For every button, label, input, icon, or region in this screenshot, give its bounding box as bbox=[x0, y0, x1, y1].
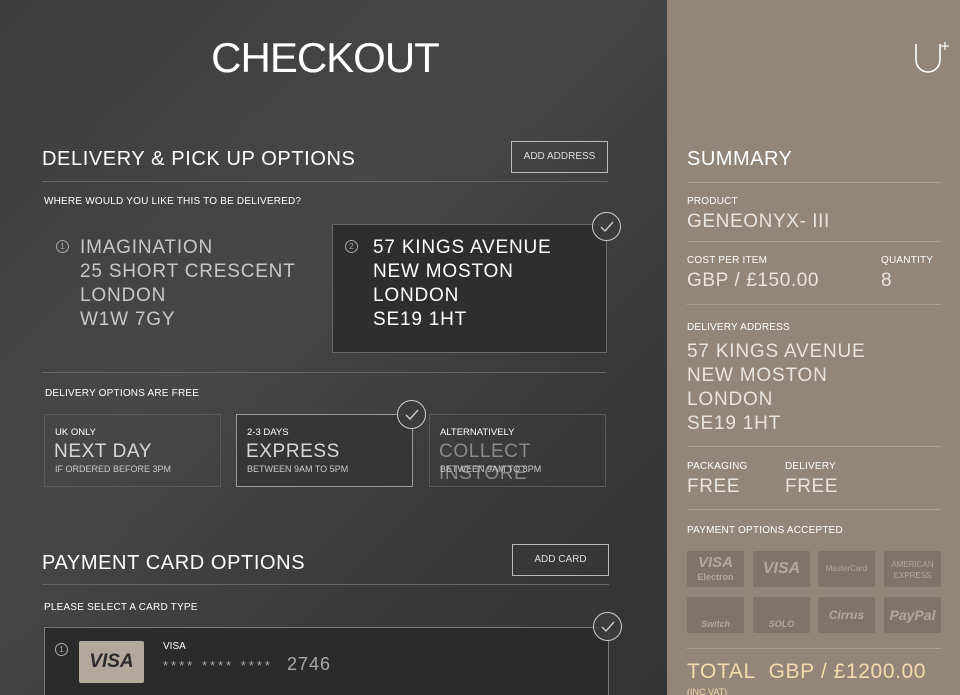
visa-electron-icon: VISA Electron bbox=[687, 551, 744, 587]
address-line: 57 KINGS AVENUE bbox=[687, 341, 866, 362]
delivery-section-title: DELIVERY & PICK UP OPTIONS bbox=[42, 148, 356, 170]
address-line: 25 SHORT CRESCENT bbox=[80, 261, 296, 282]
add-address-button[interactable]: ADD ADDRESS bbox=[511, 141, 608, 173]
card-last4: 2746 bbox=[286, 654, 331, 674]
card-number: **** **** **** 2746 bbox=[163, 654, 331, 675]
address-line: SE19 1HT bbox=[373, 309, 468, 330]
address-line: SE19 1HT bbox=[687, 413, 782, 434]
option-detail: BETWEEN 9AM TO 8PM bbox=[440, 464, 542, 474]
address-line: NEW MOSTON bbox=[687, 365, 828, 386]
option-title: NEXT DAY bbox=[54, 441, 153, 462]
address-number-2: 2 bbox=[345, 240, 358, 253]
address-number-1: 1 bbox=[56, 240, 69, 253]
packaging-label: PACKAGING bbox=[687, 461, 748, 472]
delivery-address-label: DELIVERY ADDRESS bbox=[687, 322, 790, 333]
selected-check-icon bbox=[593, 612, 622, 641]
product-label: PRODUCT bbox=[687, 196, 738, 207]
card-masked-digits: **** **** **** bbox=[163, 658, 273, 673]
packaging-value: FREE bbox=[687, 476, 741, 497]
address-line: LONDON bbox=[80, 285, 167, 306]
paypal-icon: PayPal bbox=[884, 597, 941, 633]
selected-check-icon bbox=[592, 212, 621, 241]
visa-icon: VISA bbox=[753, 551, 810, 587]
divider bbox=[42, 372, 606, 373]
delivery-address: 57 KINGS AVENUE NEW MOSTON LONDON SE19 1… bbox=[687, 340, 866, 436]
option-detail: IF ORDERED BEFORE 3PM bbox=[55, 464, 172, 474]
option-top-label: ALTERNATIVELY bbox=[440, 427, 515, 438]
divider bbox=[42, 181, 608, 182]
order-total: TOTAL GBP / £1200.00 bbox=[687, 660, 926, 684]
card-logo-subtext: Electron bbox=[697, 572, 734, 582]
summary-title: SUMMARY bbox=[687, 148, 793, 170]
delivery-value: FREE bbox=[785, 476, 839, 497]
switch-icon: Switch bbox=[687, 597, 744, 633]
product-name: GENEONYX- III bbox=[687, 211, 830, 232]
quantity-label: QUANTITY bbox=[881, 255, 934, 266]
address-line: LONDON bbox=[373, 285, 460, 306]
total-value: GBP / £1200.00 bbox=[768, 660, 927, 683]
payment-section-title: PAYMENT CARD OPTIONS bbox=[42, 552, 306, 574]
option-top-label: UK ONLY bbox=[55, 427, 97, 438]
quantity-value: 8 bbox=[881, 270, 893, 291]
option-detail: BETWEEN 9AM TO 5PM bbox=[247, 464, 349, 474]
visa-logo-icon: VISA bbox=[79, 641, 144, 683]
solo-icon: SOLO bbox=[753, 597, 810, 633]
cost-value: GBP / £150.00 bbox=[687, 270, 820, 291]
divider bbox=[687, 304, 941, 305]
divider bbox=[42, 584, 609, 585]
delivery-question: WHERE WOULD YOU LIKE THIS TO BE DELIVERE… bbox=[44, 196, 302, 207]
delivery-option-next-day[interactable]: UK ONLY NEXT DAY IF ORDERED BEFORE 3PM bbox=[44, 414, 221, 487]
option-title: EXPRESS bbox=[246, 441, 340, 462]
payment-options-label: PAYMENT OPTIONS ACCEPTED bbox=[687, 525, 843, 536]
address-line: 57 KINGS AVENUE bbox=[373, 237, 552, 258]
add-card-button[interactable]: ADD CARD bbox=[512, 544, 609, 576]
cost-label: COST PER ITEM bbox=[687, 255, 768, 266]
divider bbox=[687, 509, 941, 510]
divider bbox=[687, 182, 941, 183]
divider bbox=[687, 648, 941, 649]
card-logo-text: AMERICAN bbox=[891, 560, 934, 569]
total-label: TOTAL bbox=[687, 660, 756, 683]
divider bbox=[687, 446, 941, 447]
address-line: IMAGINATION bbox=[80, 237, 214, 258]
card-number-badge: 1 bbox=[55, 643, 68, 656]
total-vat-note: (INC VAT) bbox=[687, 687, 728, 695]
divider bbox=[687, 241, 941, 242]
card-logo-subtext: EXPRESS bbox=[893, 571, 932, 580]
delivery-label: DELIVERY bbox=[785, 461, 836, 472]
mastercard-icon: MasterCard bbox=[818, 551, 875, 587]
selected-check-icon bbox=[397, 400, 426, 429]
address-line: W1W 7GY bbox=[80, 309, 176, 330]
delivery-option-express[interactable]: 2-3 DAYS EXPRESS BETWEEN 9AM TO 5PM bbox=[236, 414, 413, 487]
u-plus-logo-icon[interactable] bbox=[914, 42, 952, 81]
delivery-option-collect-instore[interactable]: ALTERNATIVELY COLLECT INSTORE BETWEEN 9A… bbox=[429, 414, 606, 487]
address-line: NEW MOSTON bbox=[373, 261, 514, 282]
card-logo-text: VISA bbox=[697, 554, 733, 571]
card-type: VISA bbox=[163, 641, 186, 652]
american-express-icon: AMERICAN EXPRESS bbox=[884, 551, 941, 587]
option-title: COLLECT INSTORE bbox=[439, 441, 531, 484]
page-title: CHECKOUT bbox=[211, 34, 440, 81]
option-top-label: 2-3 DAYS bbox=[247, 427, 289, 438]
payment-question: PLEASE SELECT A CARD TYPE bbox=[44, 602, 198, 613]
delivery-free-note: DELIVERY OPTIONS ARE FREE bbox=[45, 388, 200, 399]
cirrus-icon: Cirrus bbox=[818, 597, 875, 633]
address-line: LONDON bbox=[687, 389, 774, 410]
